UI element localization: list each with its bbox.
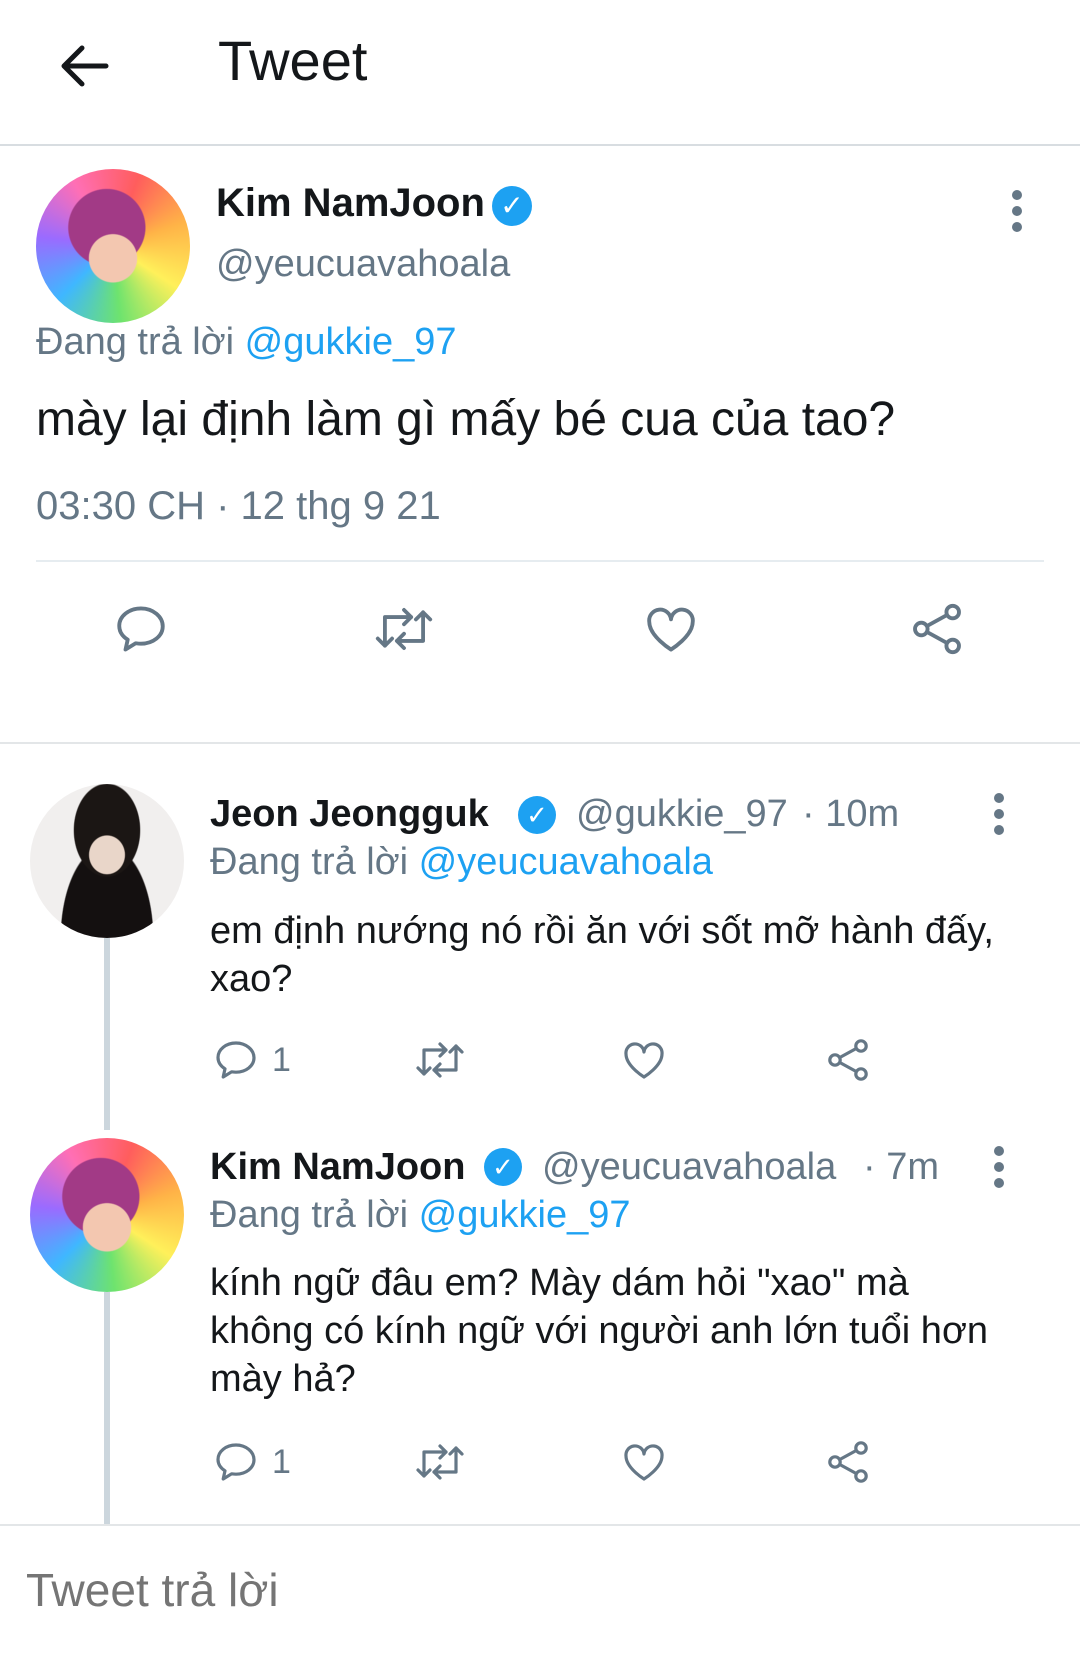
reply-input[interactable]	[24, 1562, 1028, 1618]
thread-line	[104, 1292, 110, 1524]
author-handle[interactable]: @gukkie_97	[576, 793, 788, 836]
top-bar: Tweet	[0, 0, 1080, 146]
more-options-icon[interactable]	[993, 1146, 1005, 1194]
divider	[36, 560, 1044, 562]
replying-to: Đang trả lời @gukkie_97	[210, 1194, 631, 1237]
retweet-icon	[416, 1444, 464, 1480]
tweet-time: · 7m	[863, 1146, 939, 1188]
more-options-icon[interactable]	[993, 793, 1005, 841]
avatar[interactable]	[36, 169, 190, 323]
verified-badge-icon: ✓	[518, 796, 556, 834]
retweet-button[interactable]	[414, 1036, 466, 1084]
tweet-time: · 10m	[802, 793, 900, 835]
retweet-icon	[375, 608, 433, 650]
share-button[interactable]	[824, 1036, 872, 1084]
back-arrow-icon[interactable]	[52, 34, 116, 98]
reply-icon	[216, 1443, 256, 1481]
replying-to-label: Đang trả lời	[210, 1194, 419, 1236]
reply-icon	[216, 1041, 256, 1079]
share-icon	[828, 1039, 868, 1081]
like-icon	[647, 607, 695, 652]
tweet-timestamp: 03:30 CH · 12 thg 9 21	[36, 484, 441, 528]
share-icon	[828, 1441, 868, 1483]
mention-link[interactable]: @gukkie_97	[245, 321, 457, 363]
reply-count: 1	[272, 1040, 291, 1079]
avatar[interactable]	[30, 784, 184, 938]
verified-badge-icon: ✓	[484, 1148, 522, 1186]
reply-button[interactable]: 1	[212, 1036, 291, 1084]
like-button[interactable]	[642, 600, 700, 658]
share-icon	[913, 603, 961, 655]
reply-composer	[0, 1524, 1080, 1669]
reply-button[interactable]	[112, 600, 170, 658]
mention-link[interactable]: @gukkie_97	[419, 1194, 631, 1236]
reply-count: 1	[272, 1442, 291, 1481]
author-handle[interactable]: @yeucuavahoala	[216, 243, 510, 286]
like-button[interactable]	[620, 1438, 668, 1486]
author-name[interactable]: Jeon Jeongguk	[210, 793, 489, 836]
like-icon	[624, 1042, 664, 1079]
author-handle[interactable]: @yeucuavahoala	[542, 1146, 836, 1189]
tweet-text: kính ngữ đâu em? Mày dám hỏi "xao" mà kh…	[210, 1262, 988, 1400]
mention-link[interactable]: @yeucuavahoala	[419, 841, 713, 883]
replying-to-label: Đang trả lời	[210, 841, 419, 883]
share-button[interactable]	[908, 600, 966, 658]
avatar[interactable]	[30, 1138, 184, 1292]
page-title: Tweet	[218, 29, 368, 92]
author-name[interactable]: Kim NamJoon	[216, 181, 485, 226]
tweet-text: mày lại định làm gì mấy bé cua của tao?	[36, 393, 896, 446]
reply-icon	[117, 606, 165, 652]
retweet-button[interactable]	[373, 600, 435, 658]
replying-to: Đang trả lời @gukkie_97	[36, 321, 457, 364]
tweet-text: em định nướng nó rồi ăn với sốt mỡ hành …	[210, 910, 994, 1000]
thread-line	[104, 938, 110, 1130]
retweet-button[interactable]	[414, 1438, 466, 1486]
replying-to-label: Đang trả lời	[36, 321, 245, 363]
main-tweet: Kim NamJoon ✓ @yeucuavahoala Đang trả lờ…	[0, 146, 1080, 744]
share-button[interactable]	[824, 1438, 872, 1486]
verified-badge-icon: ✓	[492, 186, 532, 226]
retweet-icon	[416, 1042, 464, 1078]
like-button[interactable]	[620, 1036, 668, 1084]
like-icon	[624, 1444, 664, 1481]
reply-button[interactable]: 1	[212, 1438, 291, 1486]
replying-to: Đang trả lời @yeucuavahoala	[210, 841, 713, 884]
more-options-icon[interactable]	[1011, 190, 1023, 238]
author-name[interactable]: Kim NamJoon	[210, 1146, 465, 1189]
